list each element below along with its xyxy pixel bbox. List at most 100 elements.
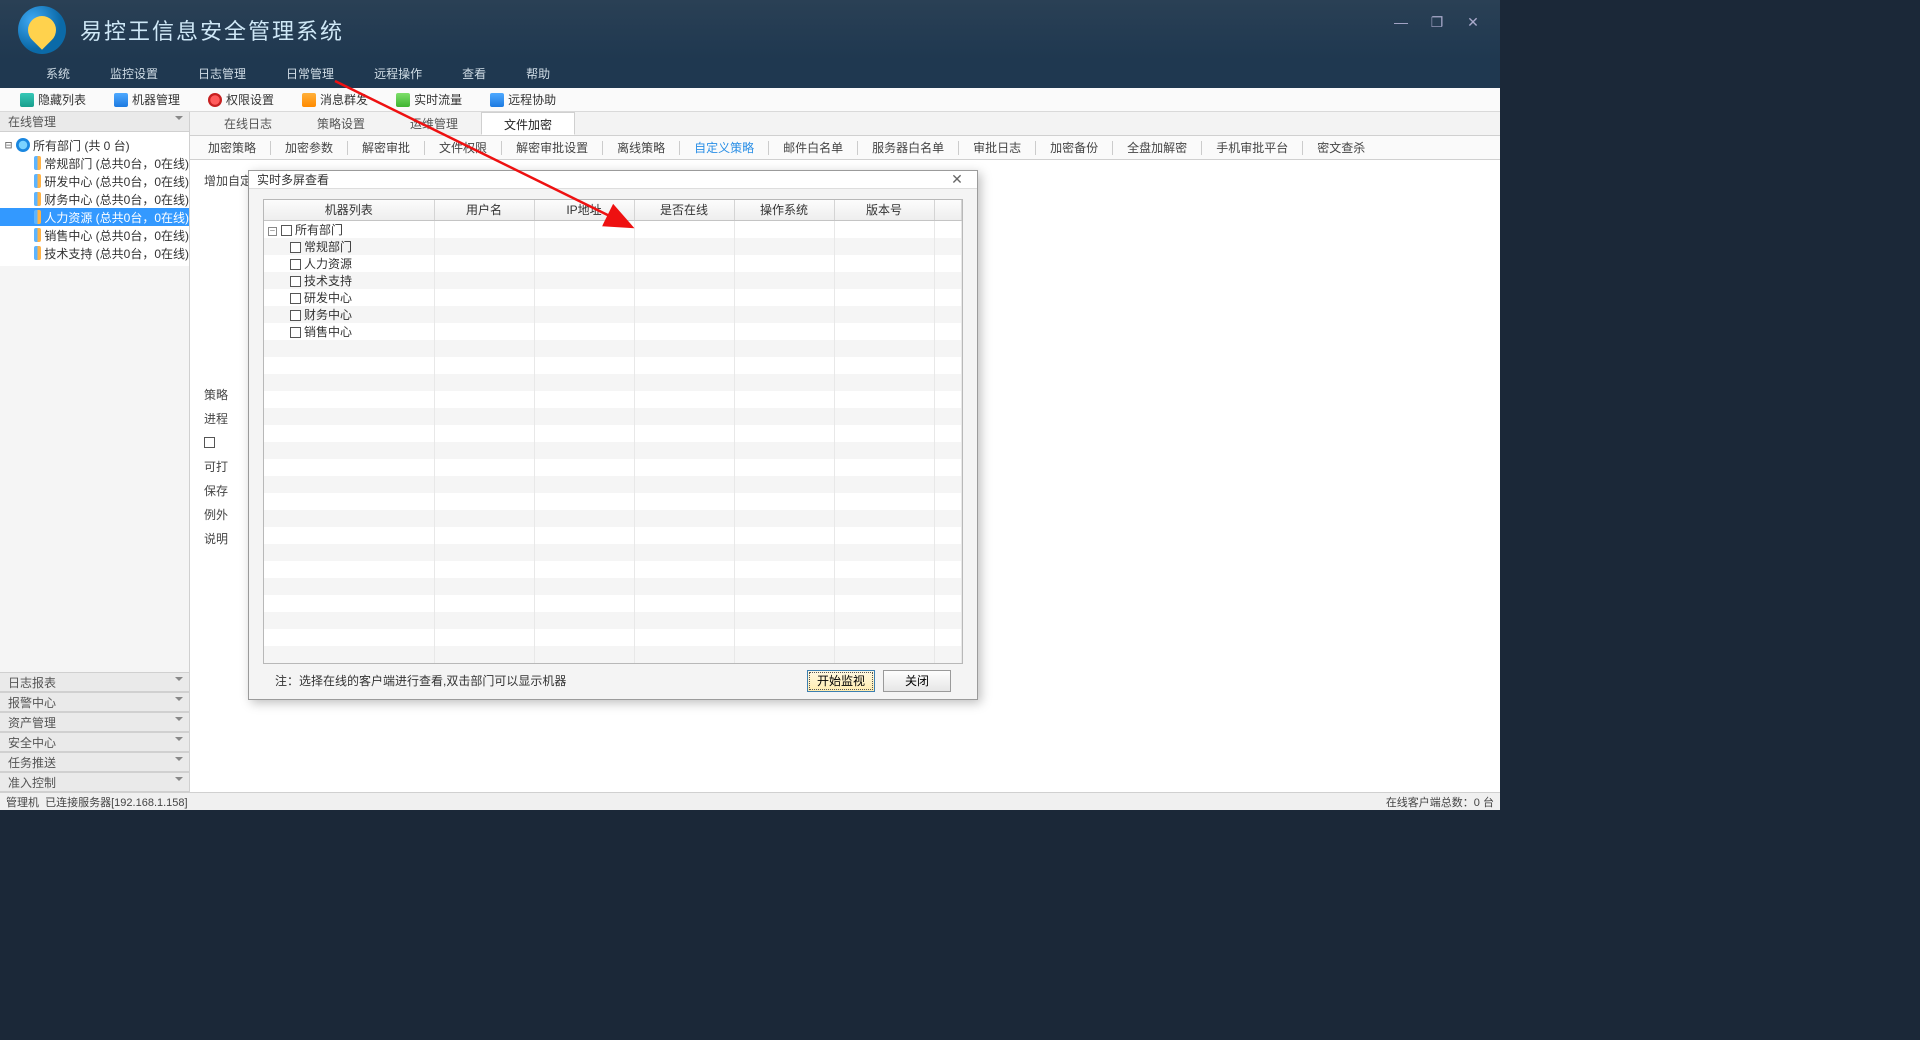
- table-row[interactable]: [264, 374, 962, 391]
- sidebar-panel-security[interactable]: 安全中心: [0, 732, 189, 752]
- sidebar-panel-alert[interactable]: 报警中心: [0, 692, 189, 712]
- subtab[interactable]: 解密审批设置: [504, 138, 600, 158]
- col-os[interactable]: 操作系统: [734, 200, 834, 220]
- tool-broadcast[interactable]: 消息群发: [288, 91, 382, 108]
- table-row[interactable]: −所有部门: [264, 220, 962, 238]
- table-row[interactable]: [264, 442, 962, 459]
- table-row[interactable]: [264, 646, 962, 663]
- subtab[interactable]: 全盘加解密: [1115, 138, 1199, 158]
- tree-dept[interactable]: 财务中心 (总共0台，0在线): [0, 190, 189, 208]
- menu-daily-manage[interactable]: 日常管理: [266, 60, 354, 88]
- sidebar-panel-logreport[interactable]: 日志报表: [0, 672, 189, 692]
- tab-policy-settings[interactable]: 策略设置: [295, 112, 388, 135]
- table-row[interactable]: [264, 408, 962, 425]
- table-row[interactable]: [264, 510, 962, 527]
- tool-remote-assist[interactable]: 远程协助: [476, 91, 570, 108]
- realtime-multiscreen-dialog: 实时多屏查看 ✕ 机器列表 用户名 IP地址 是否在线 操作系统 版本号 −所有…: [248, 170, 978, 700]
- subtab[interactable]: 离线策略: [605, 138, 677, 158]
- subtab[interactable]: 文件权限: [427, 138, 499, 158]
- dept-icon: [34, 210, 41, 224]
- sidebar-panel-access[interactable]: 准入控制: [0, 772, 189, 792]
- table-row[interactable]: [264, 493, 962, 510]
- table-row[interactable]: [264, 544, 962, 561]
- table-row[interactable]: [264, 527, 962, 544]
- col-ip[interactable]: IP地址: [534, 200, 634, 220]
- close-button[interactable]: ✕: [1456, 8, 1490, 36]
- tool-hide-list[interactable]: 隐藏列表: [6, 91, 100, 108]
- status-connection: 已连接服务器[192.168.1.158]: [45, 794, 187, 810]
- table-row[interactable]: 人力资源: [264, 255, 962, 272]
- col-online[interactable]: 是否在线: [634, 200, 734, 220]
- chart-icon: [396, 93, 410, 107]
- titlebar: 易控王信息安全管理系统 — ❐ ✕: [0, 0, 1500, 60]
- table-row[interactable]: [264, 578, 962, 595]
- table-row[interactable]: [264, 340, 962, 357]
- col-username[interactable]: 用户名: [434, 200, 534, 220]
- table-row[interactable]: [264, 561, 962, 578]
- subtab[interactable]: 密文查杀: [1305, 138, 1377, 158]
- table-row[interactable]: [264, 612, 962, 629]
- subtab-active[interactable]: 自定义策略: [682, 138, 766, 158]
- table-row[interactable]: [264, 425, 962, 442]
- machine-grid[interactable]: 机器列表 用户名 IP地址 是否在线 操作系统 版本号 −所有部门常规部门人力资…: [263, 199, 963, 664]
- menu-log-manage[interactable]: 日志管理: [178, 60, 266, 88]
- tree-dept[interactable]: 常规部门 (总共0台，0在线): [0, 154, 189, 172]
- tree-dept[interactable]: 研发中心 (总共0台，0在线): [0, 172, 189, 190]
- tree-root[interactable]: ⊟所有部门 (共 0 台): [0, 136, 189, 154]
- dept-icon: [34, 174, 41, 188]
- menu-remote-operate[interactable]: 远程操作: [354, 60, 442, 88]
- dept-icon: [34, 192, 41, 206]
- table-row[interactable]: 常规部门: [264, 238, 962, 255]
- tool-traffic[interactable]: 实时流量: [382, 91, 476, 108]
- menu-monitor-settings[interactable]: 监控设置: [90, 60, 178, 88]
- app-title: 易控王信息安全管理系统: [80, 14, 344, 46]
- table-row[interactable]: 技术支持: [264, 272, 962, 289]
- sidebar-panel-online[interactable]: 在线管理: [0, 112, 189, 132]
- dialog-close-button[interactable]: ✕: [945, 171, 969, 188]
- tree-dept[interactable]: 技术支持 (总共0台，0在线): [0, 244, 189, 262]
- tool-label: 实时流量: [414, 91, 462, 108]
- subtab[interactable]: 邮件白名单: [771, 138, 855, 158]
- dialog-titlebar[interactable]: 实时多屏查看 ✕: [249, 171, 977, 189]
- start-monitor-button[interactable]: 开始监视: [807, 670, 875, 692]
- table-row[interactable]: [264, 459, 962, 476]
- tool-permission[interactable]: 权限设置: [194, 91, 288, 108]
- menu-help[interactable]: 帮助: [506, 60, 570, 88]
- table-row[interactable]: [264, 629, 962, 646]
- minimize-button[interactable]: —: [1384, 8, 1418, 36]
- col-machine-list[interactable]: 机器列表: [264, 200, 434, 220]
- tab-file-encrypt[interactable]: 文件加密: [481, 112, 575, 135]
- dialog-title: 实时多屏查看: [257, 171, 329, 188]
- subtab[interactable]: 手机审批平台: [1204, 138, 1300, 158]
- subtab[interactable]: 服务器白名单: [860, 138, 956, 158]
- tree-dept-selected[interactable]: 人力资源 (总共0台，0在线): [0, 208, 189, 226]
- maximize-button[interactable]: ❐: [1420, 8, 1454, 36]
- table-row[interactable]: 销售中心: [264, 323, 962, 340]
- subtab[interactable]: 加密参数: [273, 138, 345, 158]
- close-dialog-button[interactable]: 关闭: [883, 670, 951, 692]
- subtab[interactable]: 加密策略: [196, 138, 268, 158]
- tab-online-log[interactable]: 在线日志: [202, 112, 295, 135]
- tool-machine-manage[interactable]: 机器管理: [100, 91, 194, 108]
- subtab[interactable]: 审批日志: [961, 138, 1033, 158]
- statusbar: 管理机 已连接服务器[192.168.1.158] 在线客户端总数：0 台: [0, 792, 1500, 810]
- table-row[interactable]: [264, 595, 962, 612]
- tab-ops-manage[interactable]: 运维管理: [388, 112, 481, 135]
- sidebar-panel-asset[interactable]: 资产管理: [0, 712, 189, 732]
- chevron-down-icon: [175, 777, 183, 785]
- chevron-down-icon: [175, 737, 183, 745]
- sidebar-panel-task[interactable]: 任务推送: [0, 752, 189, 772]
- subtab[interactable]: 加密备份: [1038, 138, 1110, 158]
- table-row[interactable]: 财务中心: [264, 306, 962, 323]
- primary-tabs: 在线日志 策略设置 运维管理 文件加密: [190, 112, 1500, 136]
- table-row[interactable]: 研发中心: [264, 289, 962, 306]
- table-row[interactable]: [264, 391, 962, 408]
- tree-dept[interactable]: 销售中心 (总共0台，0在线): [0, 226, 189, 244]
- table-row[interactable]: [264, 476, 962, 493]
- subtab[interactable]: 解密审批: [350, 138, 422, 158]
- menu-view[interactable]: 查看: [442, 60, 506, 88]
- tool-label: 消息群发: [320, 91, 368, 108]
- table-row[interactable]: [264, 357, 962, 374]
- menu-system[interactable]: 系统: [26, 60, 90, 88]
- col-version[interactable]: 版本号: [834, 200, 934, 220]
